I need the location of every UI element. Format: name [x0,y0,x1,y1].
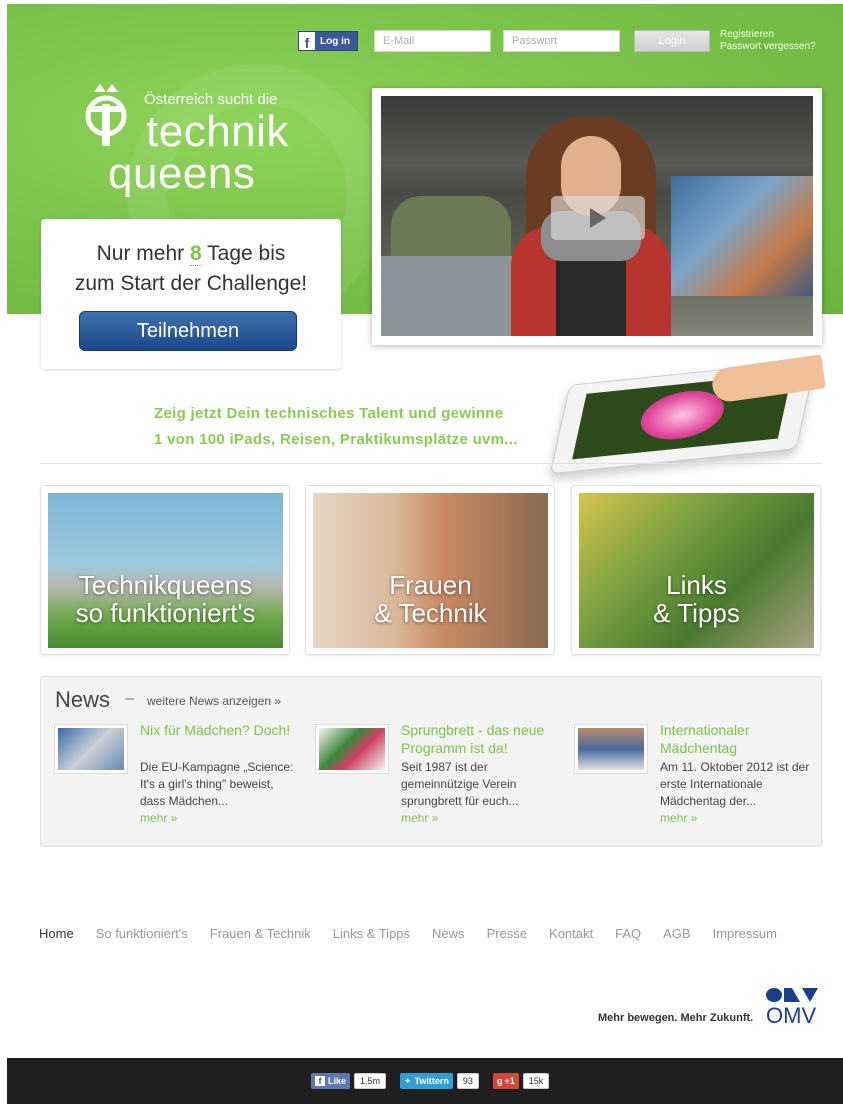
like-count: 1.5m [354,1073,387,1089]
news-item: Nix für Mädchen? Doch! Die EU-Kampagne „… [54,721,302,839]
play-icon [590,208,606,228]
news-section: News – weitere News anzeigen » Nix für M… [40,676,822,847]
countdown-text: Nur mehr 8 Tage bis zum Start der Challe… [41,239,341,299]
news-more-link[interactable]: mehr » [140,811,177,825]
footer-link-impressum[interactable]: Impressum [713,926,777,941]
participate-button[interactable]: Teilnehmen [79,311,297,351]
news-excerpt: Seit 1987 ist der gemeinnützige Verein s… [401,760,519,808]
footer-link-frauen-technik[interactable]: Frauen & Technik [210,926,311,941]
facebook-login-label: Log in [320,35,350,47]
footer-link-kontakt[interactable]: Kontakt [549,926,593,941]
footer-link-faq[interactable]: FAQ [615,926,641,941]
tile-image-friends: Links & Tipps [579,493,814,648]
tile-image-industry: Technikqueens so funktioniert's [48,493,283,648]
countdown-prefix: Nur mehr [96,242,185,265]
gplus-label: +1 [504,1076,515,1086]
footer-nav: Home So funktioniert's Frauen & Technik … [39,926,777,941]
account-links: Registrieren Passwort vergessen? [720,29,816,53]
facebook-like-button: f Like [311,1073,351,1089]
google-plus-icon: g [497,1076,503,1086]
logo-queens: queens [108,149,256,198]
news-more-link[interactable]: mehr » [401,811,438,825]
section-divider [40,463,822,464]
play-button[interactable] [551,196,645,240]
countdown-card: Nur mehr 8 Tage bis zum Start der Challe… [41,219,341,369]
news-headline[interactable]: Nix für Mädchen? Doch! [140,721,302,739]
more-news-link[interactable]: weitere News anzeigen » [147,694,281,708]
google-plus-share[interactable]: g +1 15k [493,1073,550,1089]
omv-mark-icon [766,988,818,1002]
video-trees [391,196,511,256]
google-plus-button: g +1 [493,1073,519,1089]
news-thumbnail[interactable] [54,724,128,774]
facebook-login-button[interactable]: f Log in [298,31,358,51]
footer-link-home[interactable]: Home [39,926,74,941]
twitter-count: 93 [456,1073,479,1089]
technikqueens-logo[interactable]: Österreich sucht die technik queens [84,78,304,218]
countdown-days: 8 [190,242,202,266]
tile-caption-line1: Technikqueens [78,570,253,600]
news-more-link[interactable]: mehr » [660,811,697,825]
password-field[interactable] [503,30,620,52]
email-field[interactable] [374,30,491,52]
tile-caption-line1: Frauen [389,570,472,600]
twitter-button: ✦ Twittern [400,1073,453,1089]
footer-link-so-funktionierts[interactable]: So funktioniert's [96,926,188,941]
login-button[interactable]: Login [634,30,710,52]
omv-logo[interactable]: Mehr bewegen. Mehr Zukunft. OMV [598,985,820,1031]
tile-image-girls: Frauen & Technik [313,493,548,648]
crown-icon [85,84,127,146]
tile-caption-line2: & Technik [374,598,487,628]
news-title: News [55,687,111,712]
promo-line2: 1 von 100 iPads, Reisen, Praktikumsplätz… [154,431,518,448]
promo-line1: Zeig jetzt Dein technisches Talent und g… [154,405,504,422]
like-label: Like [328,1076,347,1086]
logo-technik: technik [146,107,289,156]
social-bar: f Like 1.5m ✦ Twittern 93 g +1 15k [7,1058,843,1104]
facebook-icon: f [315,1076,325,1086]
flower-image [636,387,729,444]
news-headline[interactable]: Internationaler Mädchentag [660,721,822,757]
news-item: Internationaler Mädchentag Am 11. Oktobe… [574,721,822,839]
promo-text: Zeig jetzt Dein technisches Talent und g… [154,401,518,453]
video-thumbnail[interactable] [381,96,813,336]
tile-caption: Links & Tipps [579,571,814,627]
register-link[interactable]: Registrieren [720,29,816,41]
tile-links-tipps[interactable]: Links & Tipps [571,485,821,655]
news-thumbnail[interactable] [315,724,389,774]
footer-link-presse[interactable]: Presse [487,926,527,941]
tile-caption-line2: so funktioniert's [75,598,256,628]
news-item: Sprungbrett - das neue Programm ist da! … [315,721,563,839]
twitter-label: Twittern [414,1076,449,1086]
countdown-line2: zum Start der Challenge! [74,272,308,295]
tile-frauen-technik[interactable]: Frauen & Technik [305,485,555,655]
countdown-suffix: Tage bis [207,242,286,265]
tile-caption-line2: & Tipps [653,598,740,628]
facebook-icon: f [299,32,315,50]
video-player[interactable] [372,88,822,345]
forgot-password-link[interactable]: Passwort vergessen? [720,41,816,53]
tile-caption: Frauen & Technik [313,571,548,627]
news-headline[interactable]: Sprungbrett - das neue Programm ist da! [401,721,563,757]
logo-subtitle: Österreich sucht die [144,91,278,108]
gplus-count: 15k [522,1073,550,1089]
video-graffiti [671,176,813,296]
news-thumbnail[interactable] [574,724,648,774]
tile-caption-line1: Links [666,570,727,600]
twitter-bird-icon: ✦ [404,1075,412,1086]
facebook-like[interactable]: f Like 1.5m [311,1073,387,1089]
footer-link-links-tipps[interactable]: Links & Tipps [333,926,410,941]
twitter-share[interactable]: ✦ Twittern 93 [400,1073,479,1089]
omv-brand: OMV [766,1003,817,1028]
omv-slogan: Mehr bewegen. Mehr Zukunft. [598,1012,754,1024]
tile-so-funktionierts[interactable]: Technikqueens so funktioniert's [40,485,290,655]
news-excerpt: Am 11. Oktober 2012 ist der erste Intern… [660,760,810,808]
news-dash: – [125,690,134,707]
tile-caption: Technikqueens so funktioniert's [48,571,283,627]
news-excerpt: Die EU-Kampagne „Science: It's a girl's … [140,760,294,808]
footer-link-agb[interactable]: AGB [663,926,690,941]
footer-link-news[interactable]: News [432,926,465,941]
